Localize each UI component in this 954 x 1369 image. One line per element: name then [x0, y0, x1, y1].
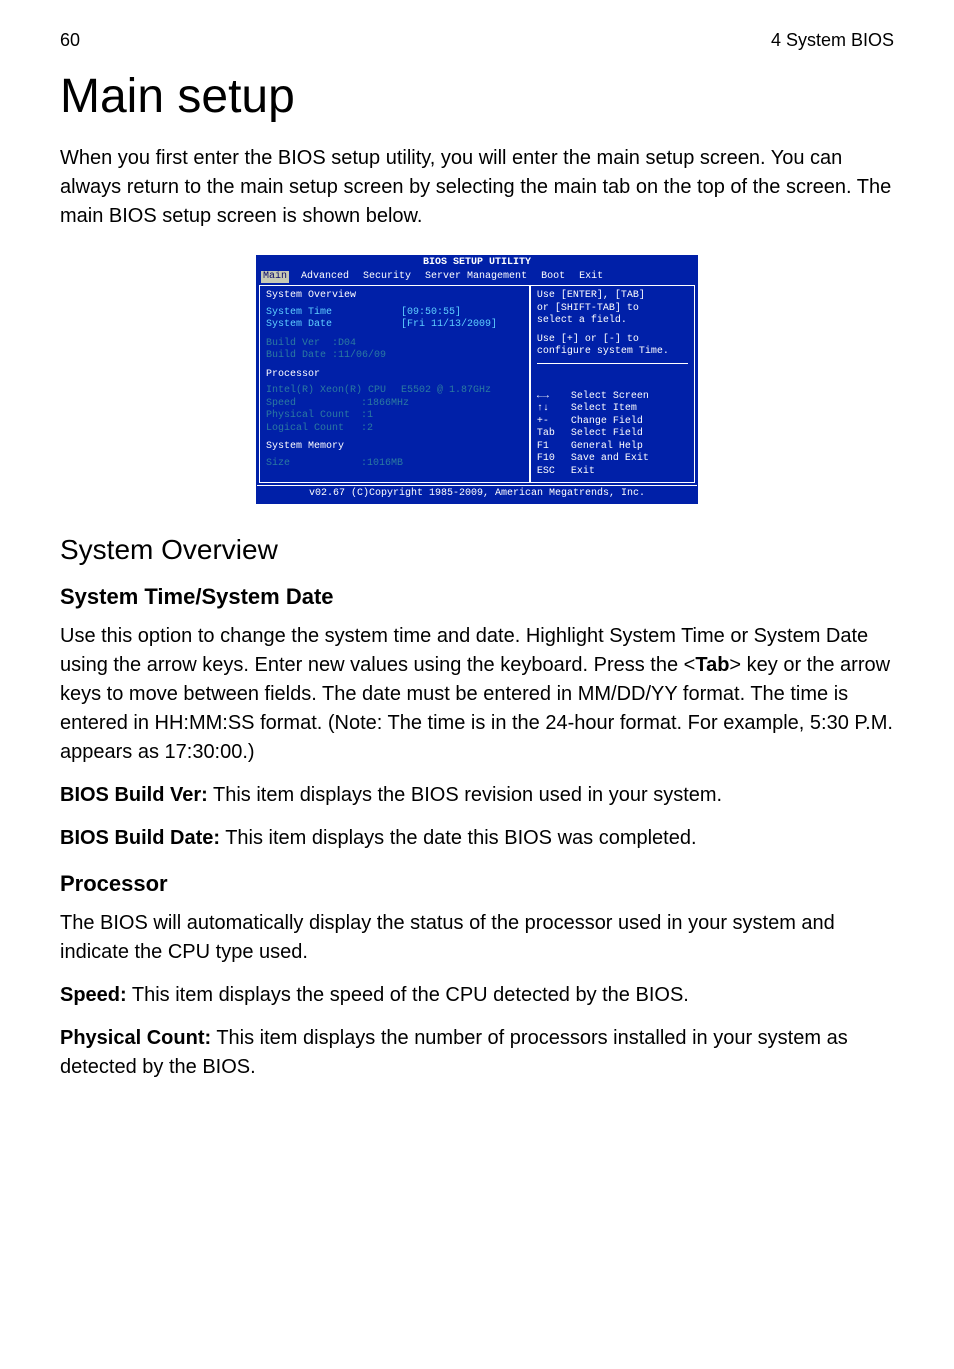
bios-build-date-row: Build Date :11/06/09 [266, 350, 523, 363]
bios-system-time-value: [09:50:55] [401, 307, 461, 320]
system-time-date-heading: System Time/System Date [60, 584, 894, 610]
speed-label: Speed: [60, 984, 127, 1006]
bios-system-date-value: [Fri 11/13/2009] [401, 319, 497, 332]
bios-build-ver-label: BIOS Build Ver: [60, 784, 208, 806]
bios-build-date-value: :11/06/09 [332, 350, 386, 363]
bios-speed-row: Speed :1866MHz [266, 398, 523, 411]
bios-system-date-row[interactable]: System Date [Fri 11/13/2009] [266, 319, 523, 332]
bios-footer: v02.67 (C)Copyright 1985-2009, American … [257, 485, 697, 503]
physical-count-label: Physical Count: [60, 1027, 211, 1049]
bios-left-panel: System Overview System Time [09:50:55] S… [259, 285, 530, 483]
bios-size-row: Size :1016MB [266, 458, 523, 471]
physical-count-paragraph: Physical Count: This item displays the n… [60, 1024, 894, 1082]
bios-key: +- [537, 416, 571, 429]
bios-tab-bar: Main Advanced Security Server Management… [257, 271, 697, 284]
processor-paragraph: The BIOS will automatically display the … [60, 909, 894, 967]
bios-key: Tab [537, 428, 571, 441]
bios-build-ver-value: :D04 [332, 338, 356, 351]
bios-key-desc: Exit [571, 466, 595, 479]
page-header: 60 4 System BIOS [60, 30, 894, 51]
chapter-title: 4 System BIOS [771, 30, 894, 51]
page-number: 60 [60, 30, 80, 51]
bios-key-desc: Select Item [571, 403, 637, 416]
bios-system-time-row[interactable]: System Time [09:50:55] [266, 307, 523, 320]
bios-key-legend: ←→Select Screen ↑↓Select Item +-Change F… [537, 391, 688, 479]
bios-system-time-label: System Time [266, 307, 401, 320]
bios-phys-count-value: :1 [361, 410, 373, 423]
bios-key: ↑↓ [537, 403, 571, 416]
speed-paragraph: Speed: This item displays the speed of t… [60, 981, 894, 1010]
bios-log-count-value: :2 [361, 423, 373, 436]
bios-build-ver-label: Build Ver [266, 338, 320, 351]
bios-system-date-label: System Date [266, 319, 401, 332]
bios-title: BIOS SETUP UTILITY [257, 256, 697, 271]
system-overview-heading: System Overview [60, 534, 894, 566]
bios-size-value: :1016MB [361, 458, 403, 471]
bios-overview-heading: System Overview [266, 290, 523, 303]
bios-build-ver-row: Build Ver :D04 [266, 338, 523, 351]
intro-paragraph: When you first enter the BIOS setup util… [60, 144, 894, 231]
bios-phys-count-label: Physical Count [266, 410, 361, 423]
bios-cpu-name: Intel(R) Xeon(R) CPU [266, 385, 401, 398]
bios-key-desc: Change Field [571, 416, 643, 429]
bios-speed-value: :1866MHz [361, 398, 409, 411]
bios-key-desc: Save and Exit [571, 453, 649, 466]
bios-screenshot: BIOS SETUP UTILITY Main Advanced Securit… [60, 255, 894, 504]
bios-help-line: Use [+] or [-] to [537, 334, 688, 347]
bios-tab-advanced[interactable]: Advanced [299, 271, 351, 284]
bios-tab-boot[interactable]: Boot [539, 271, 567, 284]
bios-key-desc: Select Screen [571, 391, 649, 404]
bios-key: ←→ [537, 391, 571, 404]
bios-tab-exit[interactable]: Exit [577, 271, 605, 284]
bios-build-ver-text: This item displays the BIOS revision use… [208, 784, 722, 806]
bios-speed-label: Speed [266, 398, 361, 411]
bios-build-date-text: This item displays the date this BIOS wa… [220, 827, 697, 849]
bios-tab-server-management[interactable]: Server Management [423, 271, 529, 284]
bios-key-desc: General Help [571, 441, 643, 454]
bios-key-desc: Select Field [571, 428, 643, 441]
bios-right-panel: Use [ENTER], [TAB] or [SHIFT-TAB] to sel… [530, 285, 695, 483]
bios-log-count-label: Logical Count [266, 423, 361, 436]
bios-memory-heading: System Memory [266, 441, 523, 454]
page-title: Main setup [60, 69, 894, 124]
bios-build-date-label: Build Date [266, 350, 326, 363]
bios-key: ESC [537, 466, 571, 479]
bios-tab-security[interactable]: Security [361, 271, 413, 284]
bios-help-line: select a field. [537, 315, 688, 328]
bios-size-label: Size [266, 458, 361, 471]
bios-build-date-label: BIOS Build Date: [60, 827, 220, 849]
bios-key: F1 [537, 441, 571, 454]
bios-processor-heading: Processor [266, 369, 523, 382]
bios-build-date-paragraph: BIOS Build Date: This item displays the … [60, 824, 894, 853]
tab-key-label: Tab [695, 654, 729, 676]
time-date-paragraph: Use this option to change the system tim… [60, 622, 894, 767]
bios-phys-count-row: Physical Count :1 [266, 410, 523, 423]
processor-heading: Processor [60, 871, 894, 897]
bios-build-ver-paragraph: BIOS Build Ver: This item displays the B… [60, 781, 894, 810]
bios-tab-main[interactable]: Main [261, 271, 289, 284]
bios-cpu-row: Intel(R) Xeon(R) CPU E5502 @ 1.87GHz [266, 385, 523, 398]
speed-text: This item displays the speed of the CPU … [127, 984, 689, 1006]
bios-key: F10 [537, 453, 571, 466]
bios-cpu-model: E5502 @ 1.87GHz [401, 385, 491, 398]
bios-help-line: or [SHIFT-TAB] to [537, 303, 688, 316]
bios-log-count-row: Logical Count :2 [266, 423, 523, 436]
bios-help-line: configure system Time. [537, 346, 688, 359]
bios-help-line: Use [ENTER], [TAB] [537, 290, 688, 303]
